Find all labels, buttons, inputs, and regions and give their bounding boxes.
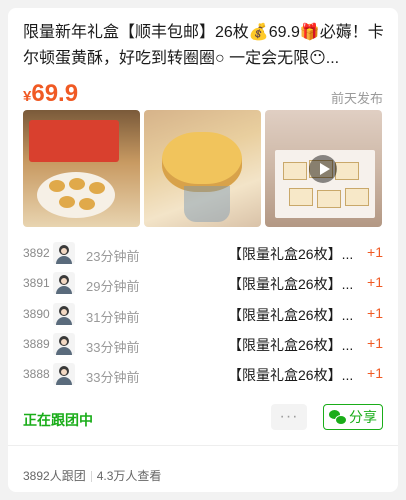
order-time: 29分钟前 (86, 279, 140, 294)
gift-box-shape (29, 120, 119, 162)
order-time: 33分钟前 (86, 370, 140, 385)
pastry-shape (162, 132, 242, 192)
product-video-thumbnail[interactable] (265, 110, 382, 227)
order-row[interactable]: 3888 33分钟前 【限量礼盒26枚】... +1 (23, 363, 385, 387)
product-photo-1[interactable] (23, 110, 140, 227)
order-item: 【限量礼盒26枚】... (228, 307, 354, 323)
price-value: 69.9 (31, 80, 79, 107)
wechat-icon (329, 410, 347, 425)
order-row[interactable]: 3892 23分钟前 【限量礼盒26枚】... +1 (23, 242, 385, 266)
order-time: 33分钟前 (86, 340, 140, 355)
group-status: 正在跟团中 (23, 412, 93, 428)
order-item: 【限量礼盒26枚】... (228, 337, 354, 353)
posted-time: 前天发布 (330, 91, 383, 106)
divider (8, 445, 398, 446)
order-number: 3888 (23, 367, 50, 381)
order-increment: +1 (367, 335, 383, 351)
order-row[interactable]: 3889 33分钟前 【限量礼盒26枚】... +1 (23, 333, 385, 357)
order-increment: +1 (367, 365, 383, 381)
order-increment: +1 (367, 274, 383, 290)
post-title[interactable]: 限量新年礼盒【顺丰包邮】26枚💰69.9🎁必薅！卡尔顿蛋黄酥，好吃到转圈圈○ 一… (23, 20, 385, 72)
view-count: 4.3万人查看 (96, 469, 162, 483)
order-number: 3889 (23, 337, 50, 351)
more-button[interactable]: ··· (271, 404, 307, 430)
cup-shape (184, 186, 230, 222)
order-time: 23分钟前 (86, 249, 140, 264)
order-row[interactable]: 3890 31分钟前 【限量礼盒26枚】... +1 (23, 303, 385, 327)
order-increment: +1 (367, 244, 383, 260)
order-number: 3891 (23, 276, 50, 290)
play-icon[interactable] (309, 155, 337, 183)
avatar (53, 303, 75, 325)
avatar (53, 363, 75, 385)
order-item: 【限量礼盒26枚】... (228, 367, 354, 383)
price: ¥69.9 (23, 80, 78, 108)
share-button[interactable]: 分享 (323, 404, 383, 430)
more-icon: ··· (279, 408, 299, 425)
stats-footer: 3892人跟团 4.3万人查看 (23, 467, 161, 484)
order-increment: +1 (367, 305, 383, 321)
participant-count: 3892人跟团 (23, 469, 86, 483)
avatar (53, 333, 75, 355)
avatar (53, 272, 75, 294)
order-number: 3892 (23, 246, 50, 260)
order-item: 【限量礼盒26枚】... (228, 246, 354, 262)
share-label: 分享 (349, 409, 377, 425)
product-photo-2[interactable] (144, 110, 261, 227)
order-item: 【限量礼盒26枚】... (228, 276, 354, 292)
group-buy-card[interactable]: 限量新年礼盒【顺丰包邮】26枚💰69.9🎁必薅！卡尔顿蛋黄酥，好吃到转圈圈○ 一… (8, 8, 398, 492)
avatar (53, 242, 75, 264)
order-time: 31分钟前 (86, 310, 140, 325)
separator (90, 471, 92, 483)
order-row[interactable]: 3891 29分钟前 【限量礼盒26枚】... +1 (23, 272, 385, 296)
order-number: 3890 (23, 307, 50, 321)
